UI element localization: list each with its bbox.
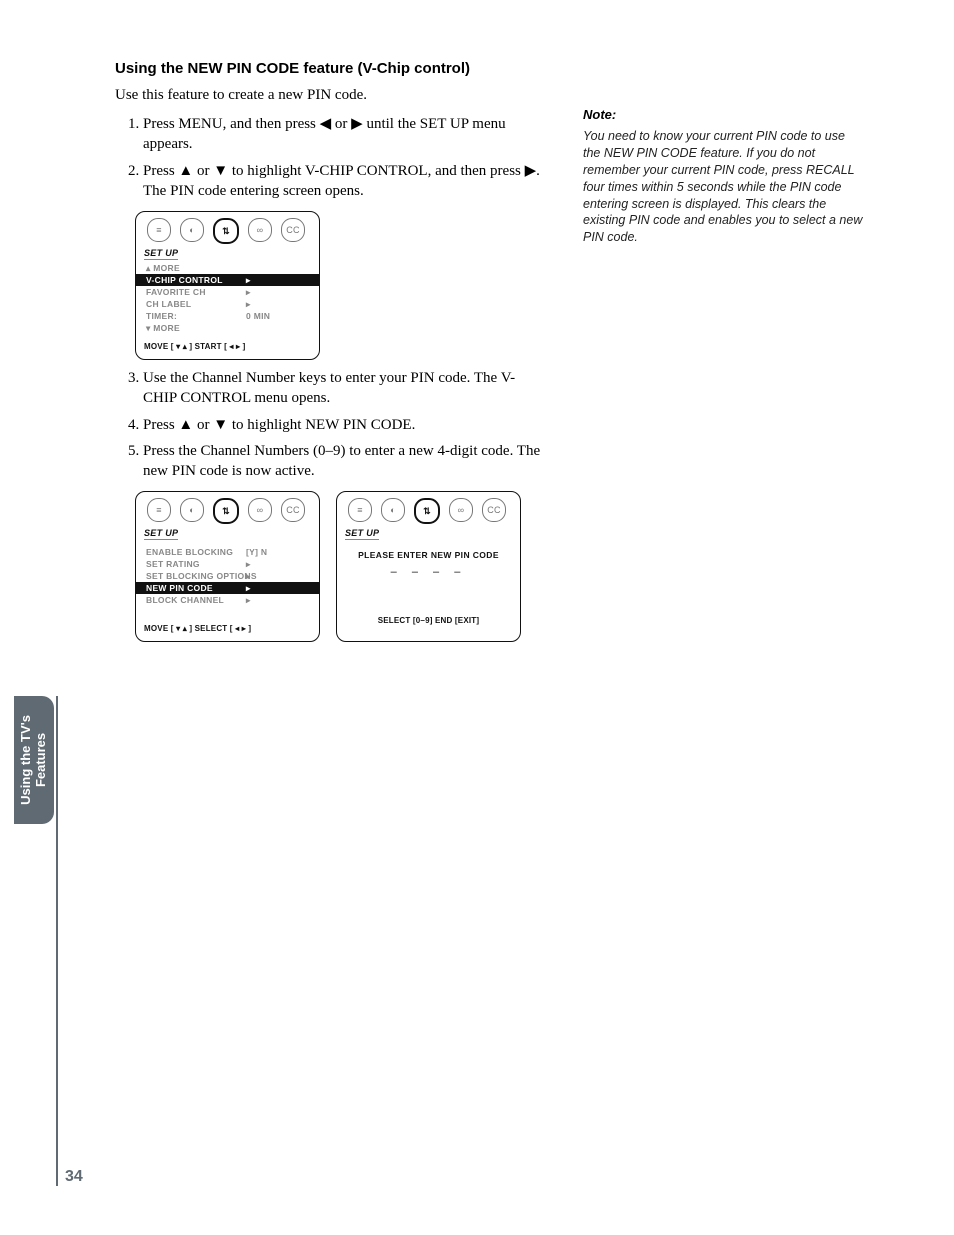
osd-title: SET UP	[345, 528, 379, 540]
step-item: Press MENU, and then press ◀ or ▶ until …	[143, 114, 545, 155]
section-heading: Using the NEW PIN CODE feature (V-Chip c…	[115, 60, 875, 77]
osd-footer: MOVE [ ▾ ▴ ] START [ ◂ ▸ ]	[144, 342, 311, 351]
audio-icon: ◐	[381, 498, 405, 522]
osd-row-blockch: BLOCK CHANNEL▸	[144, 594, 311, 606]
osd-menu-vchip: ≡ ◐ ⇅ ∞ CC SET UP ENABLE BLOCKING[Y] N S…	[135, 491, 320, 642]
setup-icon: ⇅	[414, 498, 440, 524]
osd-footer: MOVE [ ▾ ▴ ] SELECT [ ◂ ▸ ]	[144, 624, 311, 633]
picture-icon: ≡	[348, 498, 372, 522]
osd-row-setrating: SET RATING▸	[144, 558, 311, 570]
osd-prompt: PLEASE ENTER NEW PIN CODE	[345, 550, 512, 560]
tab-line2: Features	[33, 733, 48, 787]
osd-footer: SELECT [0–9] END [EXIT]	[345, 616, 512, 625]
steps-list-a: Press MENU, and then press ◀ or ▶ until …	[115, 114, 545, 201]
cc-icon: CC	[281, 498, 305, 522]
setup-icon: ⇅	[213, 498, 239, 524]
osd-row-vchip: V-CHIP CONTROL▸	[136, 274, 319, 286]
step-item: Use the Channel Number keys to enter you…	[143, 368, 545, 409]
step-item: Press ▲ or ▼ to highlight V-CHIP CONTROL…	[143, 161, 545, 202]
audio-icon: ◐	[180, 218, 204, 242]
osd-row-chlabel: CH LABEL▸	[144, 298, 311, 310]
steps-list-b: Use the Channel Number keys to enter you…	[115, 368, 545, 481]
osd-icon-row: ≡ ◐ ⇅ ∞ CC	[147, 498, 308, 524]
picture-icon: ≡	[147, 498, 171, 522]
osd-blanks: – – – –	[345, 566, 512, 578]
timer-icon: ∞	[248, 218, 272, 242]
cc-icon: CC	[281, 218, 305, 242]
intro-text: Use this feature to create a new PIN cod…	[115, 87, 545, 104]
osd-row-enable: ENABLE BLOCKING[Y] N	[144, 546, 311, 558]
page-number: 34	[65, 1168, 83, 1186]
timer-icon: ∞	[248, 498, 272, 522]
cc-icon: CC	[482, 498, 506, 522]
tab-line1: Using the TV's	[18, 715, 33, 805]
audio-icon: ◐	[180, 498, 204, 522]
osd-row-favorite: FAVORITE CH▸	[144, 286, 311, 298]
osd-more-up: ▴ MORE	[144, 262, 311, 274]
section-tab: Using the TV's Features	[14, 696, 54, 824]
note-body: You need to know your current PIN code t…	[583, 128, 863, 246]
osd-row-setblocking: SET BLOCKING OPTIONS▸	[144, 570, 311, 582]
step-item: Press the Channel Numbers (0–9) to enter…	[143, 441, 545, 482]
margin-rule	[56, 696, 58, 1186]
step-item: Press ▲ or ▼ to highlight NEW PIN CODE.	[143, 415, 545, 435]
note-heading: Note:	[583, 107, 863, 122]
picture-icon: ≡	[147, 218, 171, 242]
timer-icon: ∞	[449, 498, 473, 522]
osd-more-down: ▾ MORE	[144, 322, 311, 334]
osd-row-newpin: NEW PIN CODE▸	[136, 582, 319, 594]
osd-row-timer: TIMER:0 MIN	[144, 310, 311, 322]
setup-icon: ⇅	[213, 218, 239, 244]
osd-icon-row: ≡ ◐ ⇅ ∞ CC	[147, 218, 308, 244]
osd-menu-enterpin: ≡ ◐ ⇅ ∞ CC SET UP PLEASE ENTER NEW PIN C…	[336, 491, 521, 642]
osd-title: SET UP	[144, 528, 178, 540]
osd-title: SET UP	[144, 248, 178, 260]
osd-menu-setup: ≡ ◐ ⇅ ∞ CC SET UP ▴ MORE V-CHIP CONTROL▸…	[135, 211, 320, 360]
osd-icon-row: ≡ ◐ ⇅ ∞ CC	[348, 498, 509, 524]
